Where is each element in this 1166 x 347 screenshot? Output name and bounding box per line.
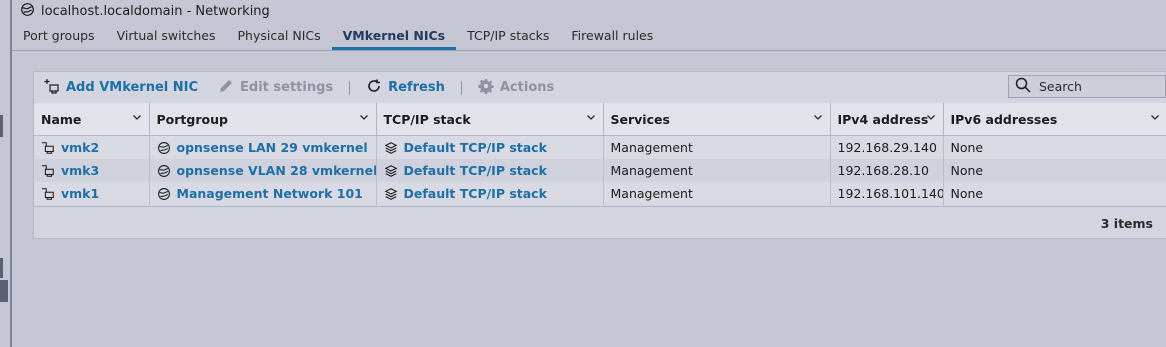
tcpip-stack-link[interactable]: Default TCP/IP stack — [404, 186, 547, 201]
services-cell: Management — [603, 159, 831, 182]
left-edge-marker — [0, 280, 8, 302]
vmkernel-nics-table: Name Portgroup TCP/IP stack Services IPv… — [34, 103, 1166, 205]
add-vmkernel-nic-button[interactable]: Add VMkernel NIC — [34, 72, 208, 103]
pencil-icon — [218, 78, 234, 98]
table-row[interactable]: vmk2 opnsense LAN 29 vmkernel Default TC… — [34, 135, 1166, 159]
tcpip-stack-link[interactable]: Default TCP/IP stack — [404, 140, 547, 155]
column-header-ipv6-addresses[interactable]: IPv6 addresses — [943, 103, 1166, 136]
search-box[interactable] — [1008, 75, 1166, 98]
tab-virtual-switches[interactable]: Virtual switches — [106, 24, 227, 50]
tcpip-stack-layers-icon — [384, 164, 397, 177]
chevron-down-icon[interactable] — [132, 112, 142, 122]
ipv6-cell: None — [943, 135, 1166, 159]
vmkernel-nics-panel: Add VMkernel NIC Edit settings Refresh A… — [33, 71, 1166, 239]
ipv6-cell: None — [943, 182, 1166, 205]
add-nic-icon — [44, 78, 60, 98]
chevron-down-icon[interactable] — [926, 112, 936, 122]
actions-button[interactable]: Actions — [468, 72, 564, 103]
column-header-services[interactable]: Services — [603, 103, 831, 136]
table-row[interactable]: vmk1 Management Network 101 Default TCP/… — [34, 182, 1166, 205]
portgroup-link[interactable]: opnsense LAN 29 vmkernel — [177, 140, 368, 155]
ipv6-cell: None — [943, 159, 1166, 182]
tab-physical-nics[interactable]: Physical NICs — [227, 24, 332, 50]
tab-bar: Port groups Virtual switches Physical NI… — [12, 24, 1166, 51]
table-row[interactable]: vmk3 opnsense VLAN 28 vmkernel Default T… — [34, 159, 1166, 182]
toolbar: Add VMkernel NIC Edit settings Refresh A… — [34, 72, 1166, 103]
ipv4-cell: 192.168.28.10 — [830, 159, 944, 182]
actions-label: Actions — [499, 80, 555, 95]
edit-settings-button[interactable]: Edit settings — [208, 72, 343, 103]
services-cell: Management — [603, 135, 831, 159]
vmkernel-nic-icon — [41, 187, 54, 200]
toolbar-separator — [460, 80, 462, 95]
tab-vmkernel-nics[interactable]: VMkernel NICs — [331, 24, 457, 50]
ipv4-cell: 192.168.101.140 — [830, 182, 944, 205]
tcpip-stack-layers-icon — [384, 187, 397, 200]
tcpip-stack-link[interactable]: Default TCP/IP stack — [404, 163, 547, 178]
column-header-name[interactable]: Name — [34, 103, 150, 136]
portgroup-globe-icon — [157, 141, 170, 154]
left-edge-marker — [0, 115, 3, 137]
edit-settings-label: Edit settings — [240, 80, 334, 95]
left-edge-strip — [0, 0, 12, 347]
ipv4-cell: 192.168.29.140 — [830, 135, 944, 159]
add-vmkernel-nic-label: Add VMkernel NIC — [66, 80, 199, 95]
portgroup-link[interactable]: Management Network 101 — [177, 186, 363, 201]
portgroup-link[interactable]: opnsense VLAN 28 vmkernel — [177, 163, 376, 178]
table-header-row: Name Portgroup TCP/IP stack Services IPv… — [34, 103, 1166, 136]
tab-tcpip-stacks[interactable]: TCP/IP stacks — [456, 24, 560, 50]
search-icon — [1015, 77, 1031, 96]
left-edge-marker — [0, 258, 3, 278]
chevron-down-icon[interactable] — [1150, 112, 1160, 122]
column-header-portgroup[interactable]: Portgroup — [149, 103, 377, 136]
vmk-name-link[interactable]: vmk3 — [61, 163, 99, 178]
vmkernel-nic-icon — [41, 164, 54, 177]
chevron-down-icon[interactable] — [813, 112, 823, 122]
table-footer: 3 items — [34, 206, 1166, 240]
refresh-button[interactable]: Refresh — [356, 72, 455, 103]
window-title-bar: localhost.localdomain - Networking — [20, 2, 270, 20]
chevron-down-icon[interactable] — [586, 112, 596, 122]
column-header-tcpip-stack[interactable]: TCP/IP stack — [376, 103, 604, 136]
toolbar-separator — [349, 80, 351, 95]
tab-port-groups[interactable]: Port groups — [12, 24, 106, 50]
vmkernel-nic-icon — [41, 141, 54, 154]
search-input[interactable] — [1037, 78, 1151, 95]
refresh-icon — [366, 78, 382, 98]
refresh-label: Refresh — [388, 80, 445, 95]
column-header-ipv4-address[interactable]: IPv4 address — [830, 103, 944, 136]
portgroup-globe-icon — [157, 187, 170, 200]
network-globe-icon — [20, 2, 35, 21]
vmk-name-link[interactable]: vmk2 — [61, 140, 99, 155]
window-title: localhost.localdomain - Networking — [41, 3, 270, 19]
tab-firewall-rules[interactable]: Firewall rules — [560, 24, 664, 50]
vmk-name-link[interactable]: vmk1 — [61, 186, 99, 201]
item-count: 3 items — [1100, 216, 1153, 231]
portgroup-globe-icon — [157, 164, 170, 177]
tcpip-stack-layers-icon — [384, 141, 397, 154]
services-cell: Management — [603, 182, 831, 205]
gear-icon — [478, 78, 494, 98]
chevron-down-icon[interactable] — [359, 112, 369, 122]
